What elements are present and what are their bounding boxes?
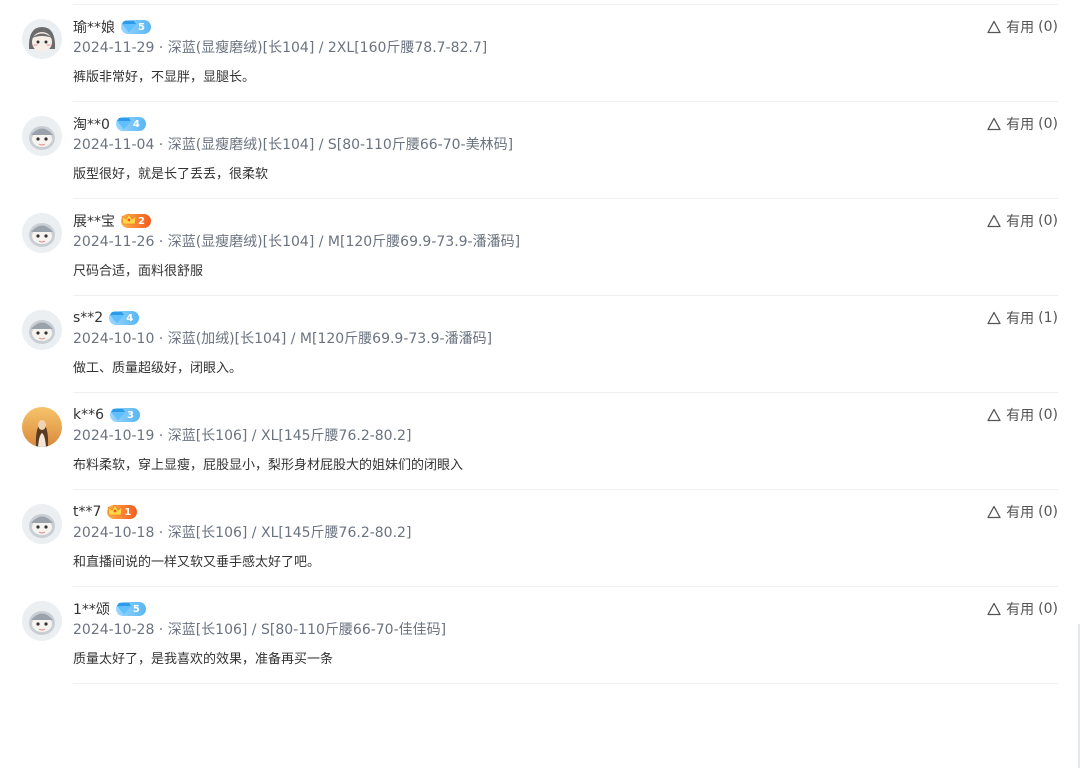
useful-label: 有用: [1006, 20, 1035, 36]
user-avatar[interactable]: [22, 504, 62, 544]
review-meta: 2024-11-26 · 深蓝(显瘦磨绒)[长104] / M[120斤腰69.…: [73, 234, 521, 250]
user-avatar[interactable]: [22, 310, 62, 350]
review-meta: 2024-10-10 · 深蓝(加绒)[长104] / M[120斤腰69.9-…: [73, 331, 493, 347]
member-level-badge: 2: [121, 212, 151, 230]
member-level-badge: 5: [121, 20, 151, 34]
review-meta: 2024-10-19 · 深蓝[长106] / XL[145斤腰76.2-80.…: [73, 428, 412, 444]
review-content: 和直播间说的一样又软又垂手感太好了吧。: [73, 555, 321, 570]
useful-count: (1): [1038, 310, 1058, 326]
thumb-up-icon: [987, 311, 1006, 325]
review-content: 布料柔软，穿上显瘦，屁股显小，梨形身材屁股大的姐妹们的闭眼入: [73, 458, 464, 473]
review-list: c**9 1 2024-10-25 · 深蓝[长106] / L[130斤腰73…: [0, 0, 1080, 684]
badge-level: 5: [138, 21, 145, 33]
member-level-badge: 1: [107, 503, 138, 521]
useful-count: (0): [1038, 19, 1058, 35]
reviewer-name[interactable]: 1**颂: [73, 599, 110, 619]
reviewer-name[interactable]: 淘**0: [73, 114, 110, 134]
badge-level: 4: [126, 312, 134, 324]
useful-button[interactable]: 有用 (0): [987, 405, 1058, 425]
review-content: 质量太好了，是我喜欢的效果，准备再买一条: [73, 652, 334, 667]
review-meta: 2024-11-29 · 深蓝(显瘦磨绒)[长104] / 2XL[160斤腰7…: [73, 40, 488, 56]
diamond-icon: [116, 116, 133, 133]
review-item: t**7 1 2024-10-18 · 深蓝[长106] / XL[145斤腰7…: [0, 490, 1080, 587]
badge-level: 3: [127, 409, 134, 421]
thumb-up-icon: [987, 505, 1006, 519]
thumb-up-icon: [987, 214, 1006, 228]
user-avatar[interactable]: [22, 213, 62, 253]
reviewer-name[interactable]: 瑜**娘: [73, 17, 115, 37]
badge-level: 5: [132, 603, 140, 615]
diamond-icon: [110, 407, 127, 424]
review-item: s**2 4 2024-10-10 · 深蓝(加绒)[长104] / M[120…: [0, 296, 1080, 393]
useful-button[interactable]: 有用 (0): [987, 211, 1058, 231]
reviewer-name[interactable]: 展**宝: [73, 211, 115, 231]
user-avatar[interactable]: [22, 116, 62, 156]
reviewer-header: 瑜**娘 5: [73, 17, 151, 37]
review-content: 尺码合适，面料很舒服: [73, 264, 204, 279]
useful-label: 有用: [1006, 117, 1035, 133]
member-level-badge: 3: [110, 408, 140, 422]
useful-button[interactable]: 有用 (0): [987, 17, 1058, 37]
user-avatar[interactable]: [22, 407, 62, 447]
useful-label: 有用: [1006, 214, 1035, 230]
user-avatar[interactable]: [22, 19, 62, 59]
useful-count: (0): [1038, 213, 1058, 229]
review-meta: 2024-10-28 · 深蓝[长106] / S[80-110斤腰66-70-…: [73, 622, 447, 638]
diamond-icon: [109, 310, 126, 327]
useful-count: (0): [1038, 504, 1058, 520]
review-item: 瑜**娘 5 2024-11-29 · 深蓝(显瘦磨绒)[长104] / 2XL…: [0, 5, 1080, 102]
useful-button[interactable]: 有用 (0): [987, 599, 1058, 619]
review-item: k**6 3 2024-10-19 · 深蓝[长106] / XL[145斤腰7…: [0, 393, 1080, 490]
reviewer-header: t**7 1: [73, 502, 138, 522]
reviewer-header: 1**颂 5: [73, 599, 146, 619]
review-content: 裤版非常好，不显胖，显腿长。: [73, 70, 256, 85]
useful-label: 有用: [1006, 602, 1035, 618]
useful-button[interactable]: 有用 (0): [987, 114, 1058, 134]
review-item: 展**宝 2 2024-11-26 · 深蓝(显瘦磨绒)[长104] / M[1…: [0, 199, 1080, 296]
useful-label: 有用: [1006, 311, 1035, 327]
divider: [73, 683, 1058, 684]
review-content: 做工、质量超级好，闭眼入。: [73, 361, 243, 376]
useful-count: (0): [1038, 601, 1058, 617]
reviewer-name[interactable]: s**2: [73, 310, 103, 326]
useful-label: 有用: [1006, 408, 1035, 424]
badge-level: 1: [124, 506, 132, 518]
diamond-icon: [116, 601, 133, 618]
thumb-up-icon: [987, 20, 1006, 34]
reviewer-name[interactable]: t**7: [73, 504, 101, 520]
thumb-up-icon: [987, 408, 1006, 422]
reviewer-header: s**2 4: [73, 308, 140, 328]
badge-level: 4: [132, 118, 140, 130]
review-meta: 2024-10-18 · 深蓝[长106] / XL[145斤腰76.2-80.…: [73, 525, 412, 541]
diamond-icon: [121, 19, 138, 36]
badge-level: 2: [138, 215, 145, 227]
useful-button[interactable]: 有用 (1): [987, 308, 1058, 328]
reviewer-header: 展**宝 2: [73, 211, 151, 231]
review-item: 1**颂 5 2024-10-28 · 深蓝[长106] / S[80-110斤…: [0, 587, 1080, 684]
crown-icon: [107, 503, 124, 521]
thumb-up-icon: [987, 602, 1006, 616]
useful-button[interactable]: 有用 (0): [987, 502, 1058, 522]
member-level-badge: 5: [115, 601, 146, 618]
reviewer-header: 淘**0 4: [73, 114, 146, 134]
crown-icon: [121, 212, 138, 230]
reviewer-name[interactable]: k**6: [73, 407, 104, 423]
useful-label: 有用: [1006, 505, 1035, 521]
reviewer-header: k**6 3: [73, 405, 140, 425]
review-item: 淘**0 4 2024-11-04 · 深蓝(显瘦磨绒)[长104] / S[8…: [0, 102, 1080, 199]
member-level-badge: 4: [115, 116, 146, 133]
thumb-up-icon: [987, 117, 1006, 131]
useful-count: (0): [1038, 116, 1058, 132]
review-meta: 2024-11-04 · 深蓝(显瘦磨绒)[长104] / S[80-110斤腰…: [73, 137, 514, 153]
member-level-badge: 4: [109, 310, 140, 327]
user-avatar[interactable]: [22, 601, 62, 641]
useful-count: (0): [1038, 407, 1058, 423]
review-content: 版型很好，就是长了丢丢，很柔软: [73, 167, 269, 182]
